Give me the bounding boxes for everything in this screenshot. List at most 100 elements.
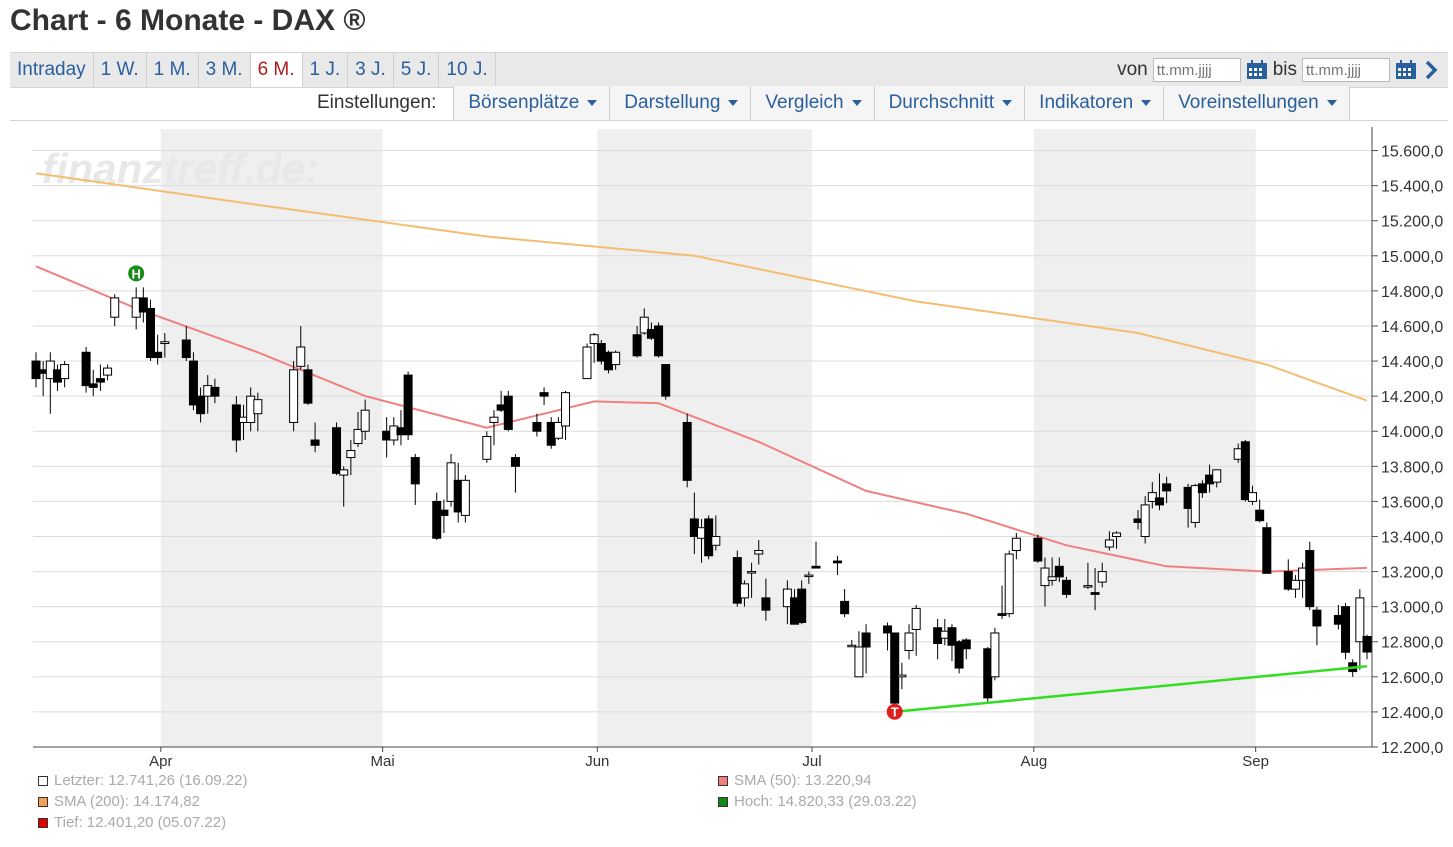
legend-item: SMA (50): 13.220,94: [718, 772, 872, 789]
time-range-tabs: Intraday 1 W. 1 M. 3 M. 6 M. 1 J. 3 J. 5 J. 10 J…: [10, 53, 496, 87]
candle-body: [303, 369, 313, 404]
candle-body: [403, 374, 413, 436]
y-tick-label: 15.200,0: [1381, 214, 1443, 231]
calendar-icon[interactable]: [1246, 60, 1268, 80]
tab-0[interactable]: Intraday: [10, 53, 94, 87]
tab-4[interactable]: 6 M.: [250, 53, 303, 87]
candle-body: [961, 639, 971, 650]
candle-body: [904, 632, 914, 652]
candle-body: [854, 646, 864, 678]
candle-body: [296, 346, 306, 367]
page-title: Chart - 6 Monate - DAX ®: [10, 4, 366, 37]
candle-body: [253, 399, 263, 415]
y-tick-label: 14.600,0: [1381, 319, 1443, 336]
candle-body: [332, 427, 342, 474]
month-band: [1033, 129, 1256, 747]
candle-body: [503, 395, 513, 430]
candle-body: [1197, 483, 1207, 494]
candle-body: [797, 588, 807, 623]
candle-body: [1212, 469, 1222, 483]
legend-text: Hoch: 14.820,33 (29.03.22): [734, 793, 917, 810]
candle-body: [110, 297, 120, 318]
candle-body: [60, 364, 70, 380]
candle-body: [95, 378, 105, 383]
from-date-input[interactable]: [1152, 58, 1241, 82]
candle-body: [883, 625, 893, 634]
legend-item: SMA (200): 14.174,82: [38, 793, 200, 810]
settings-label: Einstellungen:: [317, 92, 437, 113]
tab-2[interactable]: 1 M.: [147, 53, 199, 87]
settings-menu-2[interactable]: Vergleich: [750, 86, 874, 120]
candle-body: [1090, 592, 1100, 595]
tab-7[interactable]: 5 J.: [394, 53, 440, 87]
legend-swatch: [38, 775, 48, 786]
divider: [10, 120, 1448, 121]
tab-6[interactable]: 3 J.: [348, 53, 394, 87]
settings-menu-1[interactable]: Darstellung: [609, 86, 751, 120]
candle-body: [432, 500, 442, 539]
legend-swatch: [718, 775, 728, 786]
legend-text: Letzter: 12.741,26 (16.09.22): [54, 772, 248, 789]
to-date-input[interactable]: [1302, 58, 1390, 82]
settings-menu-label: Börsenplätze: [468, 92, 580, 113]
x-tick-label: Aug: [1020, 753, 1047, 770]
candle-body: [1047, 576, 1057, 581]
candle-body: [632, 334, 642, 357]
legend-text: SMA (200): 14.174,82: [54, 793, 200, 810]
tab-8[interactable]: 10 J.: [439, 53, 496, 87]
date-range: von bis: [1117, 53, 1440, 87]
settings-menu-label: Vergleich: [765, 92, 844, 113]
tab-5[interactable]: 1 J.: [303, 53, 349, 87]
candle-body: [811, 565, 821, 569]
from-label: von: [1117, 59, 1148, 80]
legend-text: Tief: 12.401,20 (05.07.22): [54, 814, 227, 831]
legend-item: Hoch: 14.820,33 (29.03.22): [718, 793, 917, 810]
candle-body: [1097, 571, 1107, 583]
x-tick-label: Sep: [1242, 753, 1269, 770]
y-tick-label: 15.000,0: [1381, 249, 1443, 266]
settings-menu-0[interactable]: Börsenplätze: [453, 86, 610, 120]
candle-body: [1112, 532, 1122, 537]
candle-body: [310, 439, 320, 446]
legend-item: Tief: 12.401,20 (05.07.22): [38, 814, 226, 831]
candle-body: [754, 550, 764, 555]
x-tick-label: Jun: [585, 753, 609, 770]
settings-menu-label: Voreinstellungen: [1178, 92, 1319, 113]
settings-menu-5[interactable]: Voreinstellungen: [1163, 86, 1350, 120]
candle-body: [88, 383, 98, 388]
candle-body: [360, 409, 370, 432]
candle-body: [711, 535, 721, 546]
y-tick-label: 14.200,0: [1381, 389, 1443, 406]
y-tick-label: 15.400,0: [1381, 179, 1443, 196]
legend-swatch: [38, 796, 48, 807]
candle-body: [460, 479, 470, 516]
legend-swatch: [718, 796, 728, 807]
chevron-right-icon[interactable]: [1422, 59, 1440, 81]
candle-body: [654, 325, 664, 357]
x-tick-label: Mai: [371, 753, 395, 770]
legend-text: SMA (50): 13.220,94: [734, 772, 872, 789]
candle-body: [1255, 509, 1265, 522]
candle-body: [289, 369, 299, 423]
candle-body: [145, 307, 155, 359]
candle-body: [1248, 492, 1258, 502]
tab-1[interactable]: 1 W.: [94, 53, 147, 87]
settings-menu-4[interactable]: Indikatoren: [1024, 86, 1164, 120]
candle-body: [761, 597, 771, 611]
candle-body: [439, 509, 449, 516]
legend-swatch: [38, 817, 48, 828]
high-marker-label: H: [131, 266, 140, 281]
candle-body: [1154, 497, 1164, 506]
candle-body: [489, 416, 499, 423]
candle-body: [103, 367, 113, 376]
settings-menu-3[interactable]: Durchschnitt: [873, 86, 1025, 120]
calendar-icon[interactable]: [1395, 60, 1417, 80]
y-tick-label: 14.800,0: [1381, 284, 1443, 301]
y-tick-label: 13.000,0: [1381, 600, 1443, 617]
candle-body: [339, 469, 349, 476]
settings-bar: Einstellungen: Börsenplätze Darstellung Ve…: [317, 86, 1350, 120]
candle-body: [1083, 585, 1093, 588]
candle-body: [1240, 441, 1250, 501]
tab-3[interactable]: 3 M.: [199, 53, 251, 87]
y-tick-label: 13.800,0: [1381, 459, 1443, 476]
